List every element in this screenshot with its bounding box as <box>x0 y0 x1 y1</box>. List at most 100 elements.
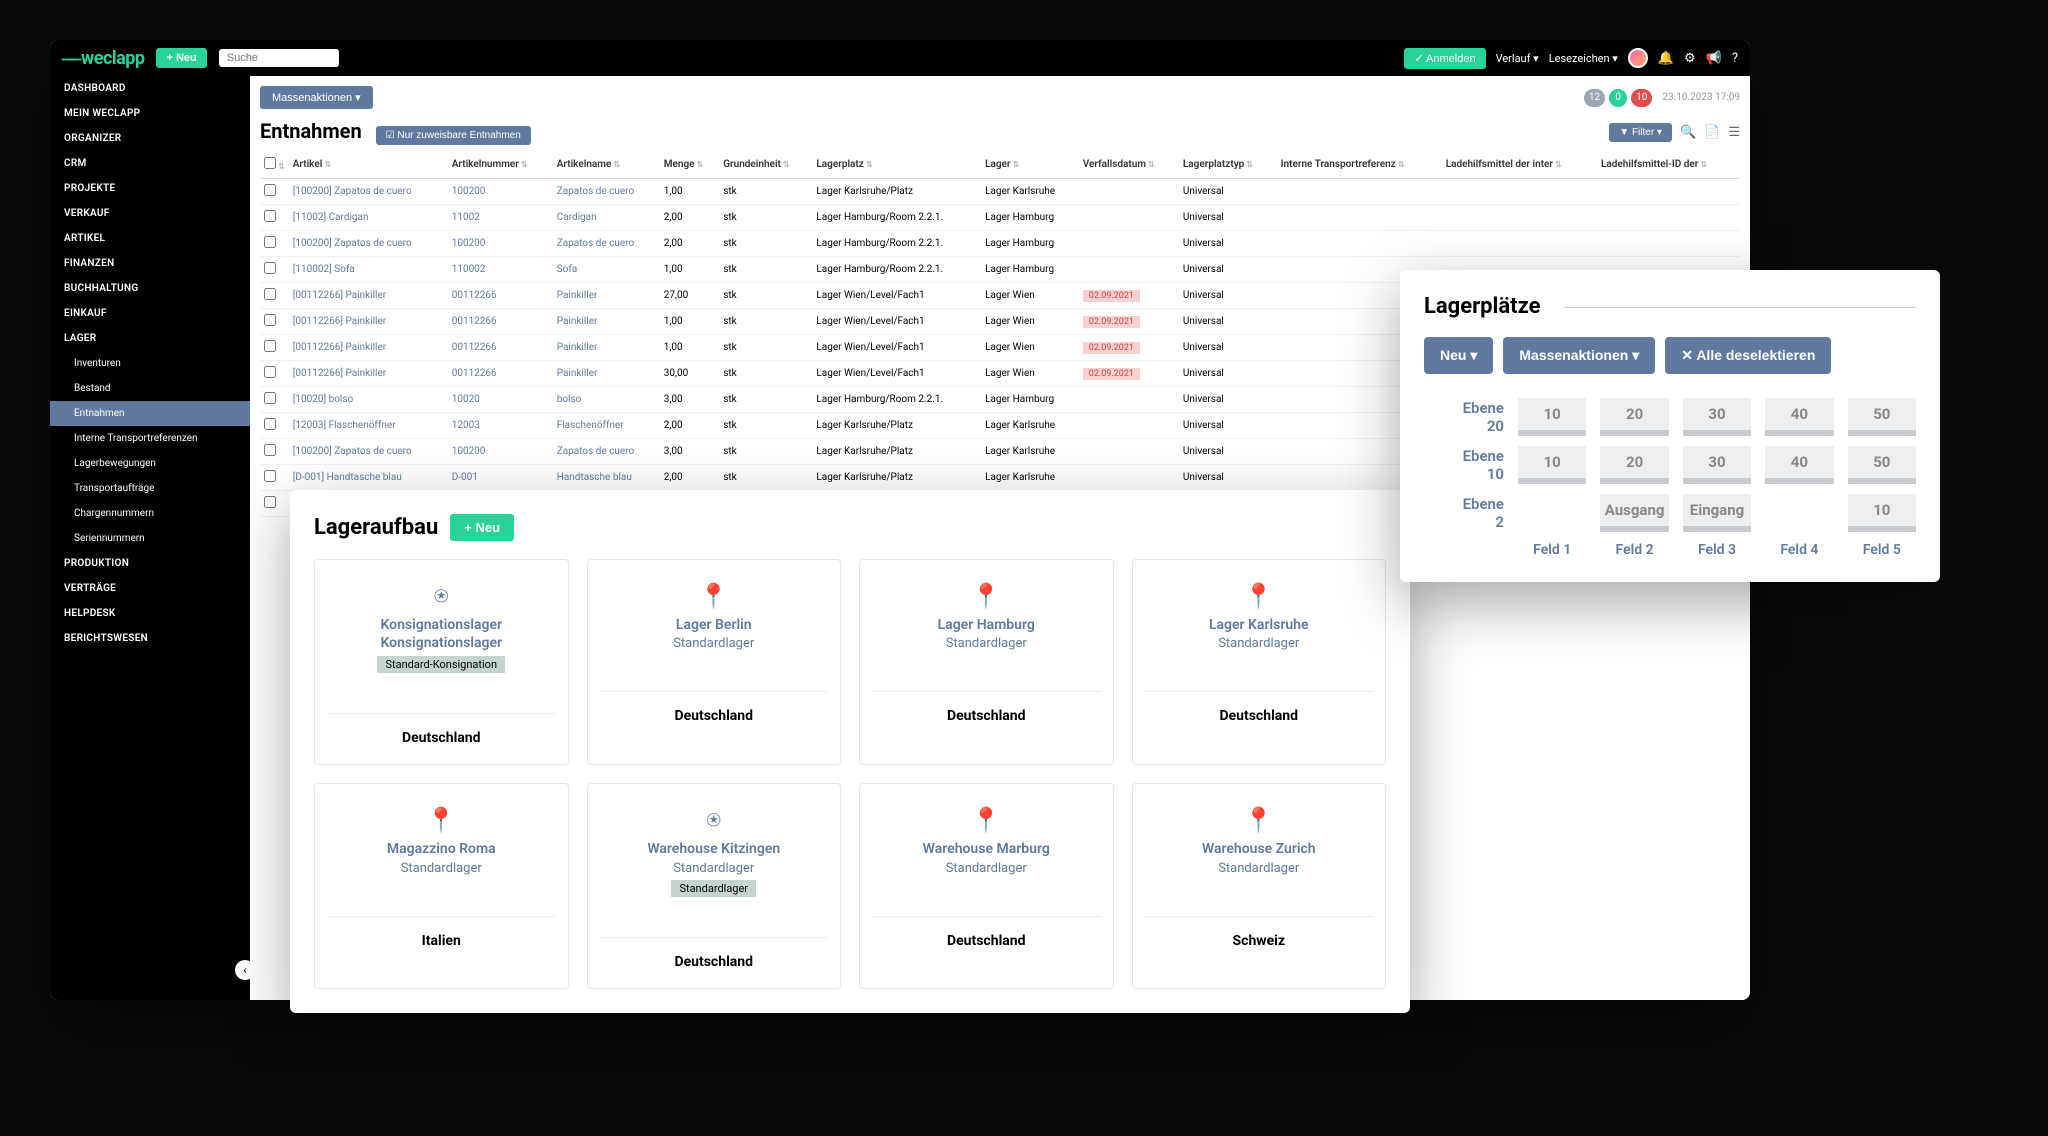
article-number-link[interactable]: 00112266 <box>452 316 497 327</box>
row-checkbox[interactable] <box>264 288 276 300</box>
column-header[interactable]: Interne Transportreferenz <box>1277 151 1442 179</box>
sidebar-item[interactable]: Interne Transportreferenzen <box>50 426 250 451</box>
sidebar-item[interactable]: Entnahmen <box>50 401 250 426</box>
article-number-link[interactable]: 100200 <box>452 446 486 457</box>
storage-cell[interactable]: Ausgang <box>1600 494 1668 532</box>
search-input[interactable] <box>219 49 339 67</box>
warehouse-card[interactable]: 📍 Warehouse Zurich Standardlager Schweiz <box>1132 783 1387 988</box>
column-header[interactable]: Artikel <box>289 151 448 179</box>
sidebar-item[interactable]: Seriennummern <box>50 526 250 551</box>
row-checkbox[interactable] <box>264 210 276 222</box>
column-header[interactable]: Ladehilfsmittel-ID der <box>1597 151 1740 179</box>
warehouse-card[interactable]: 📍 Lager Hamburg Standardlager Deutschlan… <box>859 559 1114 765</box>
row-checkbox[interactable] <box>264 236 276 248</box>
article-link[interactable]: [100200] Zapatos de cuero <box>293 238 412 249</box>
article-number-link[interactable]: 00112266 <box>452 368 497 379</box>
sidebar-item[interactable]: PRODUKTION <box>50 551 250 576</box>
row-checkbox[interactable] <box>264 314 276 326</box>
sidebar-item[interactable]: VERKAUF <box>50 201 250 226</box>
article-name-link[interactable]: Sofa <box>557 264 578 275</box>
article-name-link[interactable]: Zapatos de cuero <box>557 238 634 249</box>
storage-cell[interactable]: 40 <box>1765 446 1833 484</box>
storage-cell[interactable]: 10 <box>1518 446 1586 484</box>
sidebar-item[interactable]: MEIN WECLAPP <box>50 101 250 126</box>
article-name-link[interactable]: Flaschenöffner <box>557 420 624 431</box>
storage-cell[interactable]: 30 <box>1683 398 1751 436</box>
article-number-link[interactable]: 110002 <box>452 264 486 275</box>
lageraufbau-new-button[interactable]: + Neu <box>450 514 514 541</box>
sidebar-item[interactable]: LAGER <box>50 326 250 351</box>
row-checkbox[interactable] <box>264 444 276 456</box>
login-button[interactable]: ✓ Anmelden <box>1404 48 1485 69</box>
storage-cell[interactable]: 20 <box>1600 446 1668 484</box>
article-name-link[interactable]: Painkiller <box>557 368 598 379</box>
article-link[interactable]: [00112266] Painkiller <box>293 290 386 301</box>
row-checkbox[interactable] <box>264 340 276 352</box>
new-button[interactable]: + Neu <box>156 48 206 68</box>
lp-deselect-button[interactable]: ✕ Alle deselektieren <box>1665 337 1831 374</box>
article-number-link[interactable]: 12003 <box>452 420 480 431</box>
article-link[interactable]: [D-001] Handtasche blau <box>293 472 402 483</box>
search-icon[interactable]: 🔍 <box>1680 125 1696 140</box>
storage-cell[interactable]: 30 <box>1683 446 1751 484</box>
sidebar-item[interactable]: ORGANIZER <box>50 126 250 151</box>
storage-cell[interactable]: 50 <box>1848 446 1916 484</box>
sidebar-item[interactable]: FINANZEN <box>50 251 250 276</box>
warehouse-card[interactable]: 📍 Lager Berlin Standardlager Deutschland <box>587 559 842 765</box>
column-header[interactable]: Lager <box>981 151 1079 179</box>
help-icon[interactable]: ? <box>1732 51 1738 66</box>
column-header[interactable]: Menge <box>660 151 719 179</box>
column-header[interactable]: Grundeinheit <box>719 151 812 179</box>
sidebar-item[interactable]: Inventuren <box>50 351 250 376</box>
storage-cell[interactable]: Eingang <box>1683 494 1751 532</box>
assignable-only-button[interactable]: ☑ Nur zuweisbare Entnahmen <box>376 126 531 145</box>
row-checkbox[interactable] <box>264 418 276 430</box>
warehouse-card[interactable]: ⍟ Konsignationslager Konsignationslager … <box>314 559 569 765</box>
lp-new-button[interactable]: Neu ▾ <box>1424 337 1493 374</box>
row-checkbox[interactable] <box>264 496 276 508</box>
sidebar-item[interactable]: Bestand <box>50 376 250 401</box>
article-name-link[interactable]: bolso <box>557 394 582 405</box>
sidebar-item[interactable]: EINKAUF <box>50 301 250 326</box>
article-number-link[interactable]: 10020 <box>452 394 480 405</box>
warehouse-card[interactable]: ⍟ Warehouse Kitzingen Standardlager Stan… <box>587 783 842 988</box>
history-link[interactable]: Verlauf ▾ <box>1496 52 1539 65</box>
column-header[interactable]: Artikelnummer <box>448 151 553 179</box>
article-number-link[interactable]: 11002 <box>452 212 480 223</box>
row-checkbox[interactable] <box>264 184 276 196</box>
article-name-link[interactable]: Zapatos de cuero <box>557 186 634 197</box>
column-header[interactable]: Lagerplatztyp <box>1179 151 1277 179</box>
storage-cell[interactable]: 10 <box>1848 494 1916 532</box>
article-name-link[interactable]: Painkiller <box>557 316 598 327</box>
article-name-link[interactable]: Painkiller <box>557 290 598 301</box>
sidebar-item[interactable]: Chargennummern <box>50 501 250 526</box>
warehouse-card[interactable]: 📍 Warehouse Marburg Standardlager Deutsc… <box>859 783 1114 988</box>
sidebar-item[interactable]: PROJEKTE <box>50 176 250 201</box>
article-number-link[interactable]: 00112266 <box>452 342 497 353</box>
bookmarks-link[interactable]: Lesezeichen ▾ <box>1549 52 1618 65</box>
sidebar-item[interactable]: BERICHTSWESEN <box>50 626 250 651</box>
article-number-link[interactable]: 100200 <box>452 186 486 197</box>
article-link[interactable]: [100200] Zapatos de cuero <box>293 186 412 197</box>
sidebar-item[interactable]: Transportaufträge <box>50 476 250 501</box>
export-icon[interactable]: 📄 <box>1704 125 1720 140</box>
article-link[interactable]: [00112266] Painkiller <box>293 316 386 327</box>
article-link[interactable]: [00112266] Painkiller <box>293 368 386 379</box>
sidebar-item[interactable]: CRM <box>50 151 250 176</box>
column-header[interactable]: Lagerplatz <box>812 151 981 179</box>
sidebar-item[interactable]: Lagerbewegungen <box>50 451 250 476</box>
avatar[interactable] <box>1628 48 1648 68</box>
article-link[interactable]: [110002] Sofa <box>293 264 355 275</box>
article-number-link[interactable]: 100200 <box>452 238 486 249</box>
article-number-link[interactable]: D-001 <box>452 472 478 483</box>
row-checkbox[interactable] <box>264 366 276 378</box>
article-name-link[interactable]: Handtasche blau <box>557 472 632 483</box>
row-checkbox[interactable] <box>264 262 276 274</box>
column-header[interactable]: Verfallsdatum <box>1079 151 1179 179</box>
lp-mass-button[interactable]: Massenaktionen ▾ <box>1503 337 1655 374</box>
sidebar-item[interactable]: VERTRÄGE <box>50 576 250 601</box>
article-name-link[interactable]: Painkiller <box>557 342 598 353</box>
article-link[interactable]: [12003] Flaschenöffner <box>293 420 396 431</box>
sidebar-item[interactable]: BUCHHALTUNG <box>50 276 250 301</box>
storage-cell[interactable]: 50 <box>1848 398 1916 436</box>
